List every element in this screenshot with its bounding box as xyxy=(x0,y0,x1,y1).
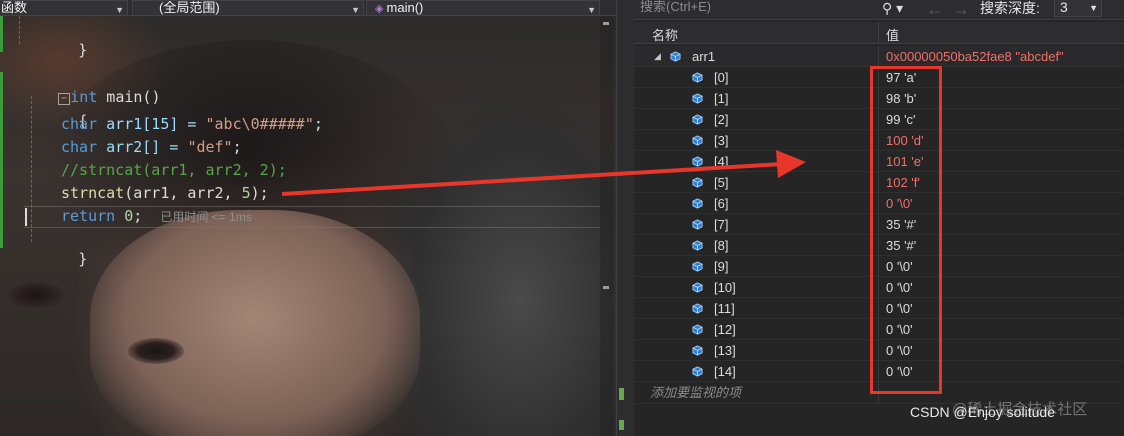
variable-icon xyxy=(692,324,703,335)
indent-guide xyxy=(19,16,20,44)
scope-combo[interactable]: 函数 ▼ xyxy=(0,0,128,16)
watch-item-name: [5] xyxy=(714,175,729,190)
code-editor: 函数 ▼ (全局范围) ▼ ◈ main() ▼ } − int main() {… xyxy=(0,0,628,436)
chevron-down-icon: ▼ xyxy=(115,5,124,15)
brace: } xyxy=(78,41,88,59)
scroll-marker xyxy=(603,22,609,25)
code-line-arr2: char arr2[] = "def"; xyxy=(61,137,242,157)
range-combo[interactable]: (全局范围) ▼ xyxy=(132,0,364,16)
declaration: arr2[] = xyxy=(97,138,188,156)
highlight-box xyxy=(870,66,942,394)
column-header-name[interactable]: 名称 xyxy=(652,25,678,44)
variable-icon xyxy=(692,261,703,272)
watch-item-name: [0] xyxy=(714,70,729,85)
variable-icon xyxy=(692,240,703,251)
change-marker xyxy=(619,388,624,400)
semicolon: ); xyxy=(250,184,269,202)
watch-item-name: [11] xyxy=(714,301,735,316)
change-indicator xyxy=(0,72,3,248)
variable-icon xyxy=(692,72,703,83)
variable-icon xyxy=(692,114,703,125)
brace: } xyxy=(78,250,88,268)
watch-item-name: arr1 xyxy=(692,49,716,64)
string-literal: "abc\0#####" xyxy=(205,115,314,133)
watch-item-name: [8] xyxy=(714,238,729,253)
watch-item-value[interactable]: 0x00000050ba52fae8 "abcdef" xyxy=(886,46,1064,67)
watch-item-name: [10] xyxy=(714,280,736,295)
code-line-closebrace: } xyxy=(24,229,87,289)
scroll-marker xyxy=(603,286,609,289)
editor-navigation-bar: 函数 ▼ (全局范围) ▼ ◈ main() ▼ xyxy=(0,0,628,16)
variable-icon xyxy=(692,345,703,356)
change-indicator xyxy=(0,16,3,52)
variable-icon xyxy=(692,135,703,146)
variable-icon xyxy=(692,93,703,104)
column-divider xyxy=(878,46,879,67)
watch-item-name: [7] xyxy=(714,217,729,232)
number-literal: 5 xyxy=(241,184,251,202)
watch-item-name: [6] xyxy=(714,196,729,211)
background-photo-face xyxy=(90,210,420,436)
search-input[interactable]: 搜索(Ctrl+E) xyxy=(640,0,908,18)
text-cursor xyxy=(25,208,27,226)
function-combo[interactable]: ◈ main() ▼ xyxy=(366,0,600,16)
code-line-comment: //strncat(arr1, arr2, 2); xyxy=(61,161,287,179)
editor-scrollbar[interactable] xyxy=(600,16,614,436)
range-combo-label: (全局范围) xyxy=(159,0,220,15)
arguments: (arr1, arr2, xyxy=(124,184,242,202)
semicolon: ; xyxy=(313,115,323,133)
variable-icon xyxy=(692,198,703,209)
search-depth-select[interactable]: 3 ▼ xyxy=(1054,0,1102,17)
search-previous-icon[interactable]: ← xyxy=(926,0,944,20)
variable-icon xyxy=(692,177,703,188)
variable-icon xyxy=(692,219,703,230)
variable-icon xyxy=(692,156,703,167)
declaration: arr1[15] = xyxy=(97,115,206,133)
variable-icon xyxy=(692,303,703,314)
search-icon[interactable]: ⚲ ▾ xyxy=(882,0,912,18)
function-combo-label: main() xyxy=(386,0,424,15)
background-photo-eye-right xyxy=(128,338,184,364)
column-header-value[interactable]: 值 xyxy=(886,25,899,44)
search-next-icon[interactable]: → xyxy=(952,0,970,20)
function-icon: ◈ xyxy=(375,3,387,15)
string-literal: "def" xyxy=(187,138,233,156)
watch-item-name: [2] xyxy=(714,112,729,127)
change-marker xyxy=(619,420,624,430)
collapse-triangle-icon[interactable]: ◢ xyxy=(654,46,661,67)
watermark-text: CSDN @Enjoy solitude xyxy=(910,404,1055,420)
code-line-strncat: strncat(arr1, arr2, 5); xyxy=(61,183,269,203)
watch-item-name: [3] xyxy=(714,133,729,148)
chevron-down-icon: ▼ xyxy=(1089,3,1098,13)
watch-item-name: [14] xyxy=(714,364,736,379)
scope-combo-label: 函数 xyxy=(1,0,28,15)
search-depth-value: 3 xyxy=(1060,0,1068,15)
identifier: main() xyxy=(97,88,161,106)
keyword: char xyxy=(61,138,98,156)
variable-icon xyxy=(670,51,681,62)
watermark: @稀土掘金技术社区 CSDN @Enjoy solitude xyxy=(910,401,1087,420)
code-line-arr1: char arr1[15] = "abc\0#####"; xyxy=(61,114,323,134)
current-line-highlight xyxy=(24,206,600,228)
function-call: strncat xyxy=(61,184,125,202)
semicolon: ; xyxy=(232,138,242,156)
watch-item-name: [13] xyxy=(714,343,736,358)
add-watch-placeholder: 添加要监视的项 xyxy=(650,385,742,400)
watch-item-name: [1] xyxy=(714,91,729,106)
watch-header: 名称 值 xyxy=(634,22,1124,44)
variable-icon xyxy=(692,366,703,377)
watch-item-name: [12] xyxy=(714,322,736,337)
watch-item-name: [4] xyxy=(714,154,729,169)
panel-splitter[interactable] xyxy=(616,0,634,436)
chevron-down-icon: ▼ xyxy=(587,5,596,15)
chevron-down-icon: ▼ xyxy=(351,5,360,15)
search-depth-label: 搜索深度: xyxy=(980,0,1040,16)
variable-icon xyxy=(692,282,703,293)
keyword: char xyxy=(61,115,98,133)
column-divider[interactable] xyxy=(878,22,879,44)
watch-row-arr1[interactable]: ◢ arr1 0x00000050ba52fae8 "abcdef" xyxy=(634,46,1124,67)
watch-item-name: [9] xyxy=(714,259,729,274)
watch-toolbar: 搜索(Ctrl+E) ⚲ ▾ ← → 搜索深度: 3 ▼ xyxy=(634,0,1124,20)
